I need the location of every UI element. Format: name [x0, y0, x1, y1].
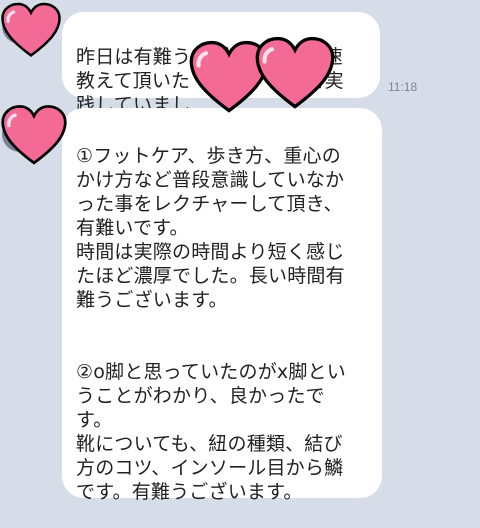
heart-icon [1, 105, 67, 165]
chat-view: 昨日は有難うございます。早速 教えて頂いた を実 践していまし 11:18 ①フ… [0, 0, 480, 503]
message-bubble[interactable]: ①フットケア、歩き方、重心の かけ方など普段意識していなか った事をレクチャーし… [62, 108, 382, 503]
message-paragraph-2: ②o脚と思っていたのがx脚とい うことがわかり、良かったで す。 靴についても、… [76, 361, 346, 503]
message-paragraph-1: ①フットケア、歩き方、重心の かけ方など普段意識していなか った事をレクチャーし… [76, 145, 345, 311]
message-timestamp: 11:18 [388, 80, 418, 94]
heart-icon [1, 2, 61, 57]
heart-icon [255, 36, 335, 109]
